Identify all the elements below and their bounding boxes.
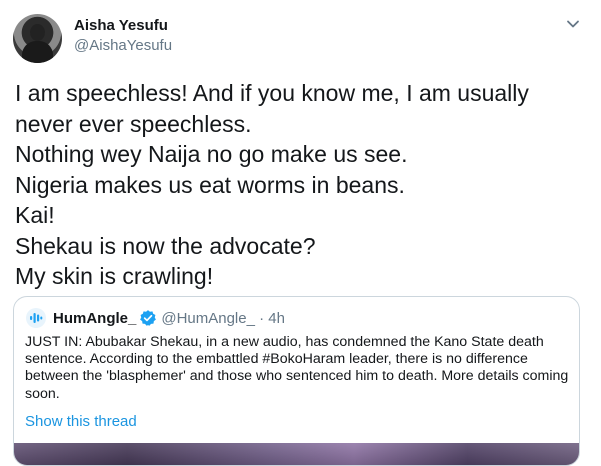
quoted-header: HumAngle_ @HumAngle_ · 4h: [26, 308, 285, 328]
verified-badge-icon: [140, 310, 157, 326]
avatar[interactable]: [13, 14, 62, 63]
quoted-author-name[interactable]: HumAngle_: [53, 310, 136, 327]
tweet-line: My skin is crawling!: [15, 263, 214, 289]
quoted-tweet[interactable]: HumAngle_ @HumAngle_ · 4h JUST IN: Abuba…: [13, 296, 580, 466]
humangle-logo-icon: [26, 308, 46, 328]
tweet-text: I am speechless! And if you know me, I a…: [15, 78, 585, 292]
quoted-text: JUST IN: Abubakar Shekau, in a new audio…: [25, 334, 569, 402]
tweet-line: Shekau is now the advocate?: [15, 232, 316, 259]
quoted-media-image[interactable]: [14, 443, 579, 465]
author-name[interactable]: Aisha Yesufu: [74, 17, 168, 34]
tweet-line: never ever speechless.: [15, 110, 252, 137]
avatar-body: [22, 41, 53, 63]
tweet-line: Kai!: [15, 202, 55, 228]
avatar-head: [30, 24, 45, 41]
chevron-down-icon[interactable]: [565, 16, 581, 32]
tweet-line: Nigeria makes us eat worms in beans.: [15, 171, 405, 198]
quoted-handle-time[interactable]: @HumAngle_ · 4h: [161, 310, 285, 327]
tweet-line: I am speechless! And if you know me, I a…: [15, 80, 529, 106]
show-thread-link[interactable]: Show this thread: [25, 413, 137, 430]
author-handle[interactable]: @AishaYesufu: [74, 37, 172, 54]
tweet-line: Nothing wey Naija no go make us see.: [15, 141, 408, 167]
